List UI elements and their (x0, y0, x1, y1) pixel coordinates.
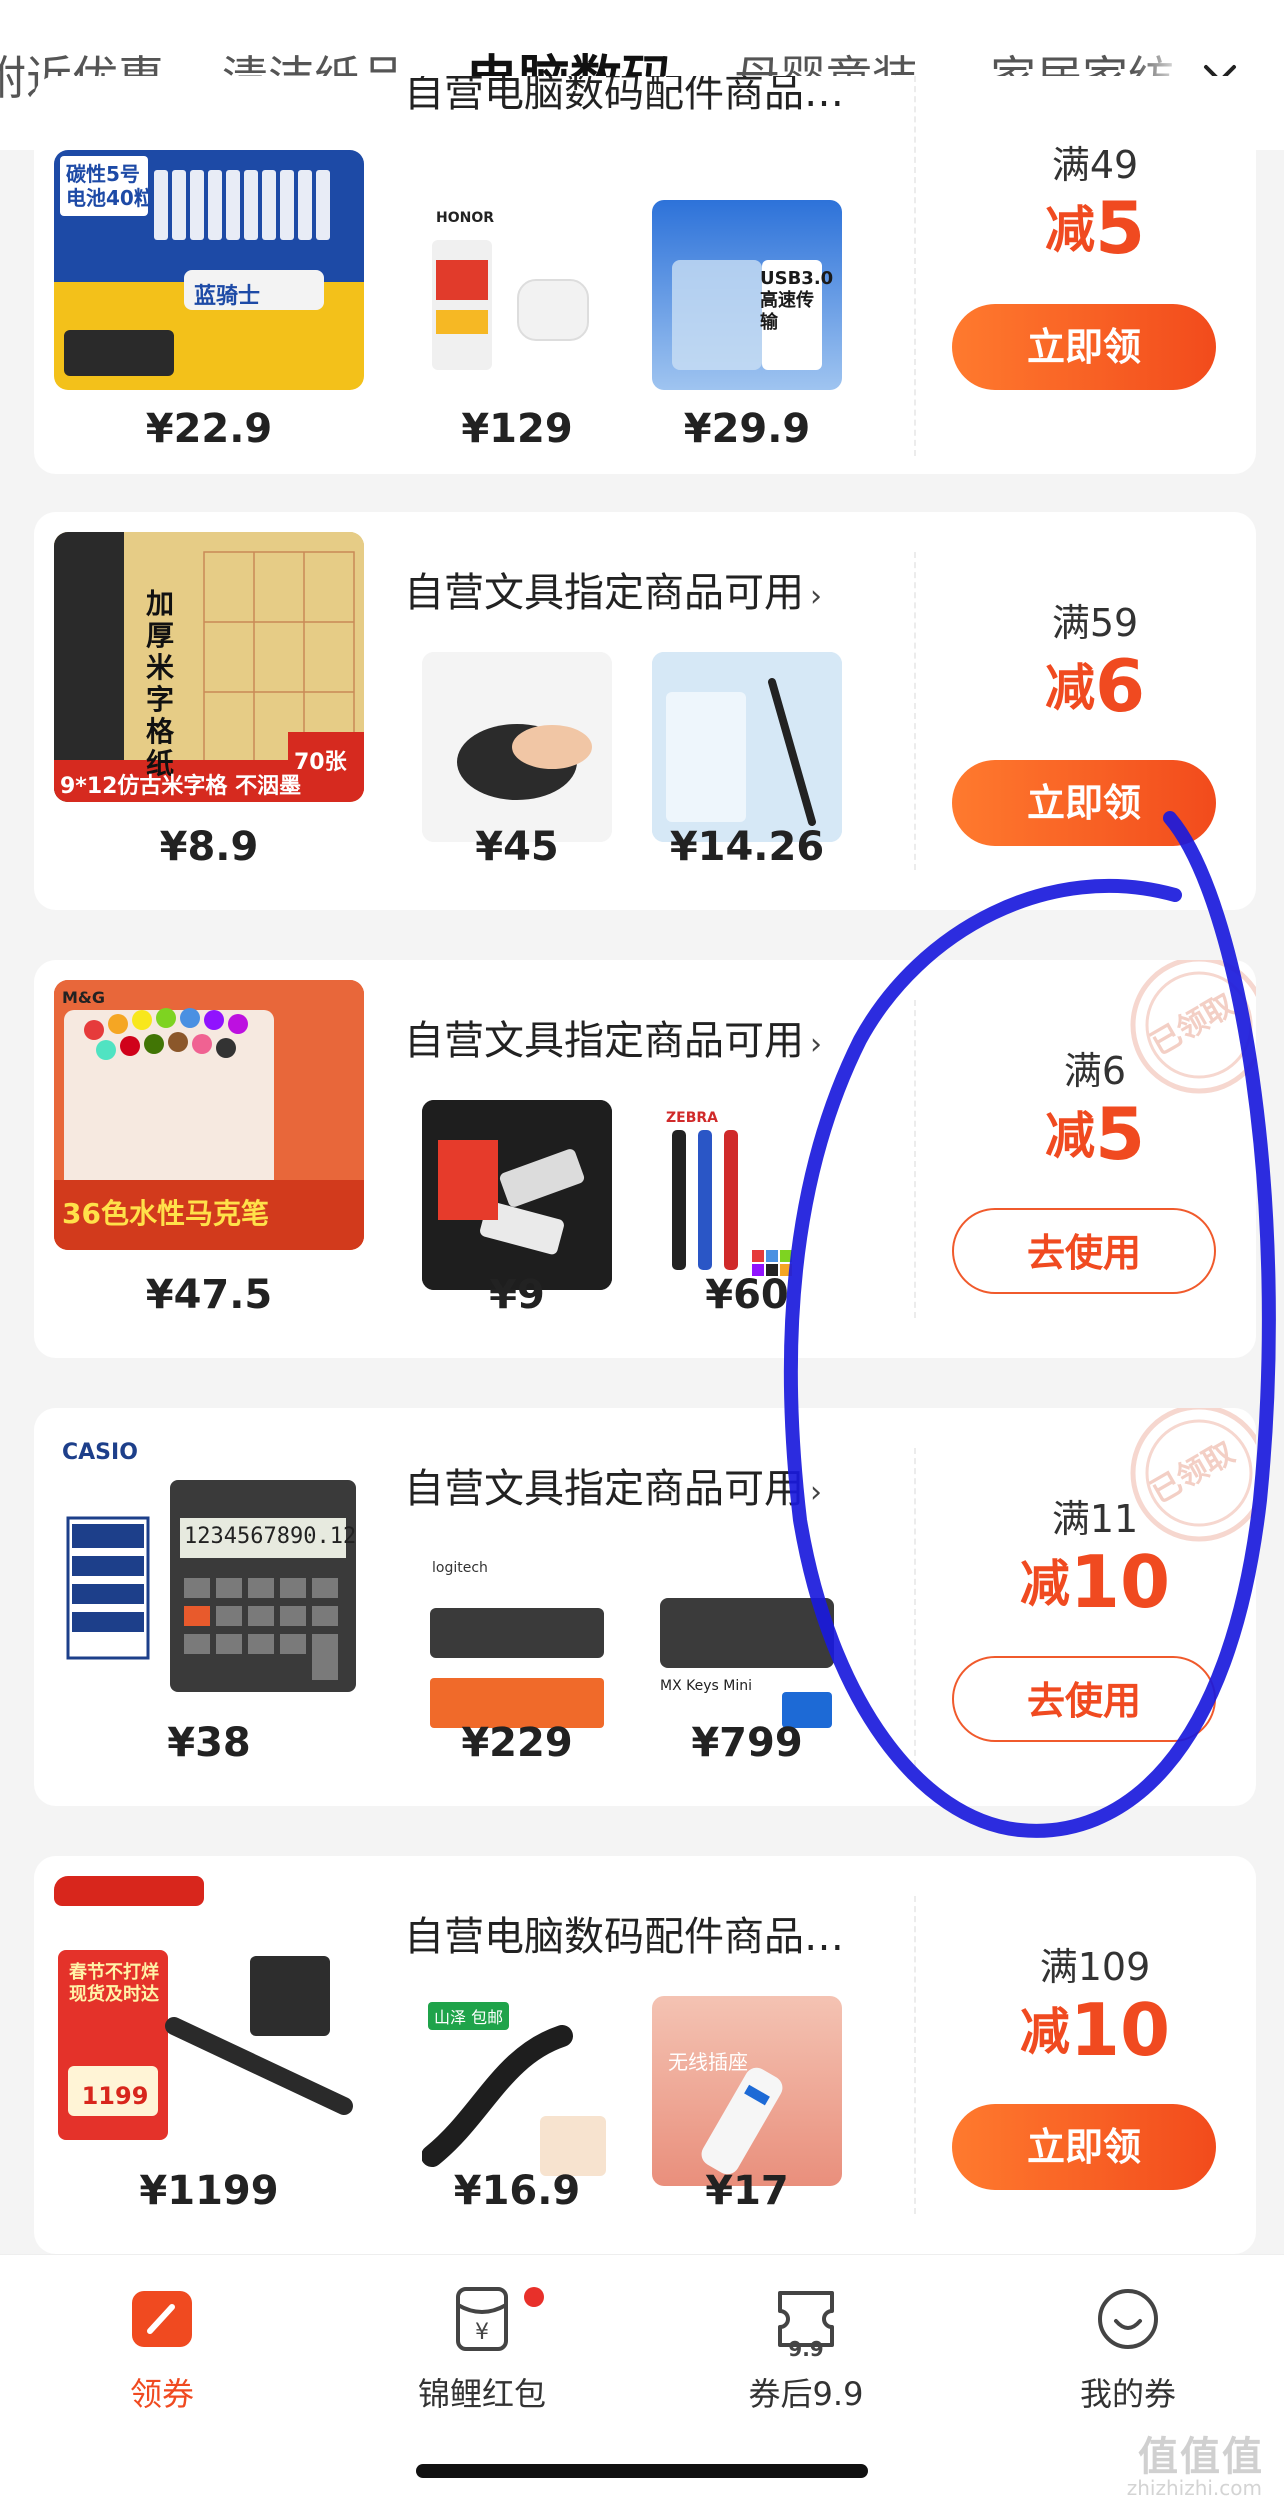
main-image-text: 加厚米字格纸 (146, 587, 175, 780)
product-image[interactable]: 山泽 包邮 (422, 1996, 612, 2186)
card-title[interactable]: 自营文具指定商品可用 › (404, 1456, 904, 1514)
card-title[interactable]: 自营电脑数码配件商品… (404, 76, 904, 118)
coupon-threshold: 满59 (1051, 601, 1139, 645)
product-image[interactable] (422, 1100, 612, 1290)
divider (914, 1448, 916, 1766)
main-product-price: ¥8.9 (159, 824, 259, 870)
nav-label: 券后9.9 (748, 2375, 864, 2413)
svg-text:¥: ¥ (475, 2320, 489, 2345)
claim-coupon-button[interactable]: 立即领 (952, 760, 1216, 846)
coupon-discount: 减10 (1019, 1540, 1171, 1624)
chevron-right-icon: › (810, 1475, 822, 1510)
card-title[interactable]: 自营电脑数码配件商品… (404, 1904, 904, 1962)
coupon-discount: 减5 (1044, 1092, 1146, 1176)
sub-image-label: 山泽 包邮 (428, 2002, 510, 2030)
product-price: ¥129 (461, 406, 573, 452)
calculator-display: 1234567890.12 (184, 1524, 357, 1549)
card-title[interactable]: 自营文具指定商品可用 › (404, 560, 904, 618)
notification-dot (524, 2287, 544, 2307)
nav-label: 锦鲤红包 (417, 2375, 546, 2413)
product-image[interactable]: logitech (422, 1548, 612, 1738)
main-image-price-tag: 1199 (81, 2082, 149, 2110)
product-price: ¥45 (475, 824, 559, 870)
divider (914, 1000, 916, 1318)
nav-99[interactable]: 9.9 券后9.9 (696, 2285, 916, 2415)
nav-coupon[interactable]: 领券 (52, 2285, 272, 2415)
product-image[interactable]: ZEBRA (652, 1100, 842, 1290)
nav-red-envelope[interactable]: ¥ 锦鲤红包 (372, 2285, 592, 2415)
coupon-threshold: 满49 (1051, 143, 1139, 187)
product-image-main[interactable]: 加厚米字格纸 9*12仿古米字格 不洇墨 70张 (54, 532, 364, 802)
use-coupon-button[interactable]: 去使用 (952, 1208, 1216, 1294)
product-image-main[interactable]: 春节不打烊 现货及时达 1199 (54, 1876, 364, 2146)
coupon-threshold: 满109 (1039, 1945, 1151, 1989)
coupon-threshold: 满6 (1063, 1049, 1127, 1093)
coupon-card: 春节不打烊 现货及时达 1199 ¥1199 自营电脑数码配件商品… 山泽 包邮 … (34, 1856, 1256, 2254)
product-price: ¥229 (461, 1720, 573, 1766)
coupon-card: 加厚米字格纸 9*12仿古米字格 不洇墨 70张 ¥8.9 自营文具指定商品可用… (34, 512, 1256, 910)
coupon-card: 碳性5号 电池40粒 蓝骑士 ¥22.9 自营电脑数码配件商品… HONOR US… (34, 76, 1256, 474)
product-image[interactable]: HONOR (422, 200, 612, 390)
sub-image-label: USB3.0 高速传输 (760, 268, 834, 333)
main-product-price: ¥38 (167, 1720, 251, 1766)
coupon-icon (132, 2291, 192, 2347)
nav-label: 我的券 (1079, 2375, 1176, 2413)
main-product-price: ¥47.5 (145, 1272, 273, 1318)
product-price: ¥799 (691, 1720, 803, 1766)
product-price: ¥29.9 (683, 406, 811, 452)
main-image-badge: 70张 (294, 750, 347, 775)
product-image[interactable]: USB3.0 高速传输 (652, 200, 842, 390)
coupon-card: CASIO 1234567890.12 ¥38 自营文具指定商品可用 › logi… (34, 1408, 1256, 1806)
coupon-card: M&G 36色水性马克笔 ¥47.5 自营文具指定商品可用 › ZEBRA ¥9 … (34, 960, 1256, 1358)
claim-coupon-button[interactable]: 立即领 (952, 304, 1216, 390)
main-product-price: ¥1199 (139, 2168, 279, 2214)
product-price: ¥16.9 (453, 2168, 581, 2214)
chevron-right-icon: › (810, 1027, 822, 1062)
divider (914, 1896, 916, 2214)
watermark: 值值值 (1138, 2434, 1264, 2480)
product-image[interactable] (652, 652, 842, 842)
main-image-brand: CASIO (62, 1440, 138, 1465)
sub-image-label: HONOR (436, 210, 495, 226)
main-image-text: 春节不打烊 现货及时达 (69, 1962, 159, 2005)
sub-image-label: MX Keys Mini (660, 1678, 752, 1694)
watermark-url: zhizhizhi.com (1126, 2476, 1262, 2500)
main-image-caption: 9*12仿古米字格 不洇墨 (60, 774, 302, 799)
product-image-main[interactable]: 碳性5号 电池40粒 蓝骑士 (54, 150, 364, 390)
divider (914, 552, 916, 870)
red-envelope-icon: ¥ (456, 2287, 508, 2351)
card-title[interactable]: 自营文具指定商品可用 › (404, 1008, 904, 1066)
smile-icon (1098, 2289, 1158, 2349)
coupon-discount: 减6 (1044, 644, 1146, 728)
sub-image-label: 无线插座 (668, 2050, 748, 2074)
product-image-main[interactable]: CASIO 1234567890.12 (54, 1428, 364, 1698)
product-price: ¥60 (705, 1272, 789, 1318)
home-indicator (416, 2464, 868, 2478)
product-image[interactable]: MX Keys Mini (652, 1548, 842, 1738)
nav-label: 领券 (129, 2375, 194, 2413)
coupon-discount: 减5 (1044, 186, 1146, 270)
product-price: ¥17 (705, 2168, 789, 2214)
main-product-price: ¥22.9 (145, 406, 273, 452)
chevron-right-icon: › (810, 579, 822, 614)
coupon-discount: 减10 (1019, 1988, 1171, 2072)
use-coupon-button[interactable]: 去使用 (952, 1656, 1216, 1742)
product-image-main[interactable]: M&G 36色水性马克笔 (54, 980, 364, 1250)
divider (914, 76, 916, 456)
product-image[interactable] (422, 652, 612, 842)
main-image-brand: M&G (62, 988, 106, 1007)
nav-my-coupons[interactable]: 我的券 (1018, 2285, 1238, 2415)
sub-image-label: ZEBRA (666, 1110, 719, 1126)
product-price: ¥14.26 (669, 824, 825, 870)
coupon-threshold: 满11 (1051, 1497, 1139, 1541)
sub-image-label: logitech (432, 1560, 488, 1576)
main-image-text: 碳性5号 电池40粒 (66, 162, 154, 210)
ticket-icon-text: 9.9 (788, 2337, 824, 2361)
claim-coupon-button[interactable]: 立即领 (952, 2104, 1216, 2190)
product-price: ¥9 (489, 1272, 545, 1318)
main-image-brand: 蓝骑士 (194, 284, 261, 309)
main-image-text: 36色水性马克笔 (62, 1197, 269, 1230)
product-image[interactable]: 无线插座 (652, 1996, 842, 2186)
